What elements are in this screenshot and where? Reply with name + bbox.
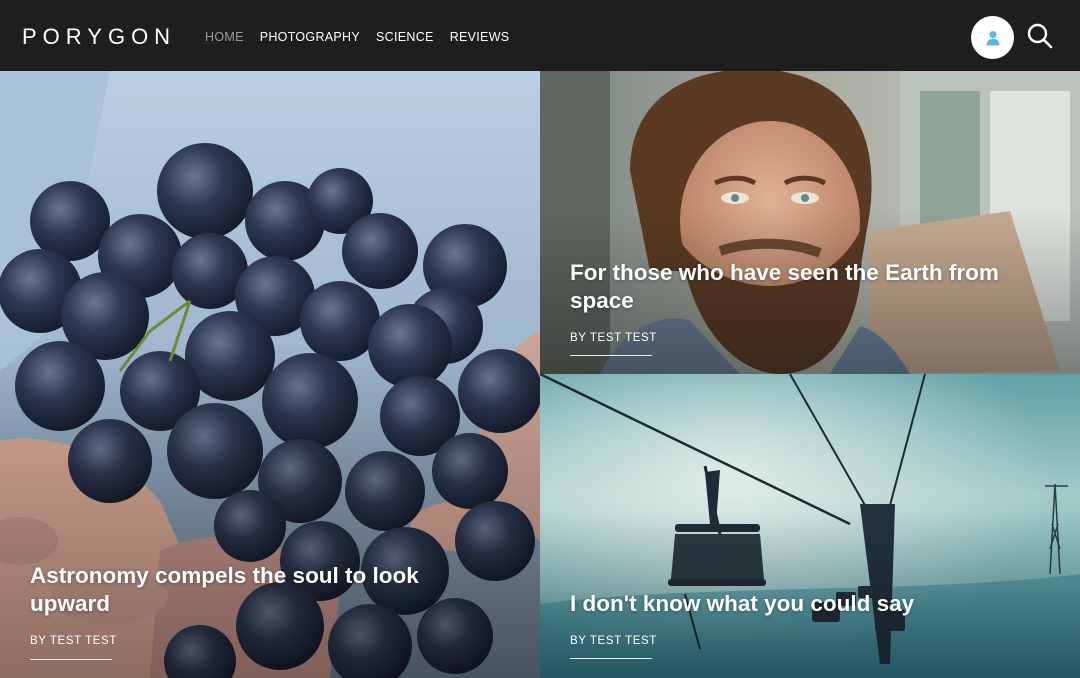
nav-item-photography[interactable]: PHOTOGRAPHY — [260, 30, 360, 44]
image-overlay — [540, 374, 1080, 678]
user-icon — [986, 30, 999, 45]
nav-item-science[interactable]: SCIENCE — [376, 30, 434, 44]
post-byline[interactable]: BY TEST TEST — [570, 635, 657, 647]
post-card-astronomy[interactable]: Astronomy compels the soul to look upwar… — [0, 71, 540, 678]
byline-underline — [30, 659, 112, 660]
featured-posts-grid: Astronomy compels the soul to look upwar… — [0, 71, 1080, 678]
post-card-could-say[interactable]: I don't know what you could say BY TEST … — [540, 374, 1080, 678]
post-card-earth-from-space[interactable]: For those who have seen the Earth from s… — [540, 71, 1080, 374]
post-title[interactable]: Astronomy compels the soul to look upwar… — [30, 562, 480, 618]
byline-underline — [570, 355, 652, 356]
image-overlay — [540, 71, 1080, 374]
search-button[interactable] — [1026, 22, 1054, 50]
main-nav: HOME PHOTOGRAPHY SCIENCE REVIEWS — [205, 30, 509, 44]
nav-item-reviews[interactable]: REVIEWS — [450, 30, 510, 44]
site-header: PORYGON HOME PHOTOGRAPHY SCIENCE REVIEWS — [0, 0, 1080, 71]
nav-item-home[interactable]: HOME — [205, 30, 244, 44]
account-button[interactable] — [971, 16, 1014, 59]
search-icon — [1027, 23, 1053, 49]
post-byline[interactable]: BY TEST TEST — [30, 635, 117, 647]
post-title[interactable]: I don't know what you could say — [570, 590, 1020, 618]
site-logo[interactable]: PORYGON — [22, 24, 176, 50]
byline-underline — [570, 658, 652, 659]
post-title[interactable]: For those who have seen the Earth from s… — [570, 259, 1020, 315]
post-byline[interactable]: BY TEST TEST — [570, 332, 657, 344]
